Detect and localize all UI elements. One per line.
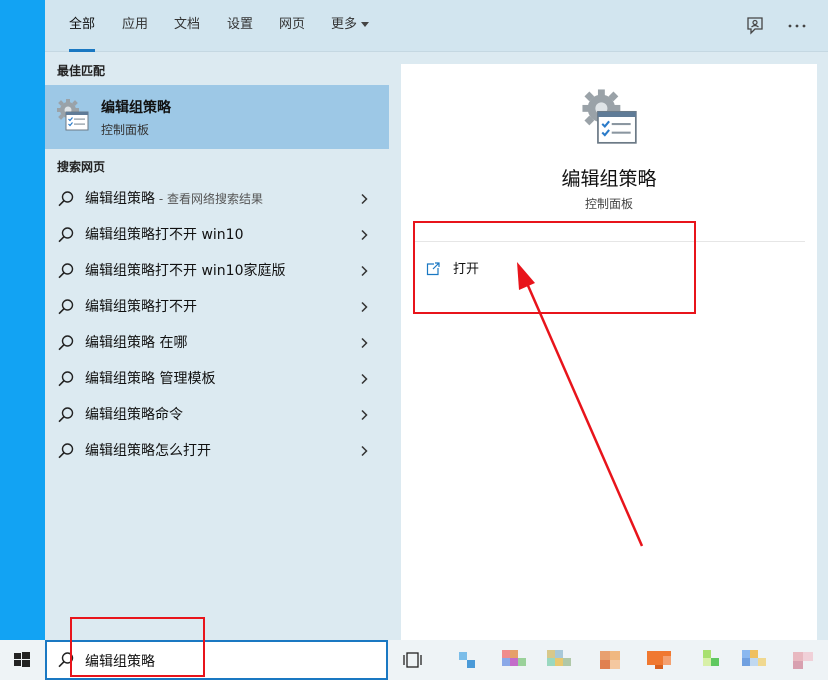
search-icon	[58, 335, 74, 351]
web-result-2[interactable]: 编辑组策略打不开 win10	[45, 217, 389, 253]
detail-pane: 编辑组策略 控制面板 打开	[401, 64, 817, 640]
taskbar-app-icon[interactable]	[500, 646, 528, 674]
web-result-text: 编辑组策略 管理模板	[85, 361, 215, 397]
web-result-text: 编辑组策略打不开	[85, 289, 197, 325]
best-match-category: 控制面板	[101, 123, 150, 137]
best-match-heading: 最佳匹配	[57, 64, 106, 78]
task-view-icon[interactable]	[402, 650, 424, 670]
tab-settings[interactable]: 设置	[227, 0, 253, 52]
search-icon	[58, 652, 74, 668]
web-result-text: 编辑组策略打不开 win10家庭版	[85, 253, 285, 289]
web-result-6[interactable]: 编辑组策略 管理模板	[45, 361, 389, 397]
search-icon	[58, 299, 74, 315]
web-result-query: 编辑组策略打不开 win10	[85, 227, 244, 243]
chevron-right-icon[interactable]	[358, 373, 370, 385]
web-result-query: 编辑组策略命令	[85, 407, 183, 423]
web-result-5[interactable]: 编辑组策略 在哪	[45, 325, 389, 361]
best-match-result[interactable]: 编辑组策略 控制面板	[45, 85, 389, 149]
taskbar-app-icon[interactable]	[455, 646, 483, 674]
best-match-name: 编辑组策略	[101, 100, 171, 116]
open-action-label: 打开	[453, 262, 480, 277]
feedback-icon[interactable]	[743, 14, 767, 38]
chevron-right-icon[interactable]	[358, 409, 370, 421]
open-action[interactable]: 打开	[423, 256, 583, 284]
chevron-right-icon[interactable]	[358, 445, 370, 457]
group-policy-icon	[57, 99, 89, 131]
web-result-text: 编辑组策略命令	[85, 397, 183, 433]
taskbar-app-icon[interactable]	[700, 646, 728, 674]
web-result-8[interactable]: 编辑组策略怎么打开	[45, 433, 389, 469]
results-list: 最佳匹配 编辑组策略 控制面板 搜索网页 编辑组策略 - 查看网络搜索结果 编辑…	[45, 53, 389, 640]
search-icon	[58, 227, 74, 243]
search-icon	[58, 263, 74, 279]
tab-documents[interactable]: 文档	[174, 0, 200, 52]
start-search-panel: 全部 应用 文档 设置 网页 更多 最佳匹配 编辑组策略 控制面板 搜索网页 编…	[45, 0, 828, 640]
tab-apps[interactable]: 应用	[122, 0, 148, 52]
search-input[interactable]	[85, 649, 375, 673]
search-icon	[58, 407, 74, 423]
web-result-text: 编辑组策略 - 查看网络搜索结果	[85, 181, 263, 217]
web-result-query: 编辑组策略打不开 win10家庭版	[85, 263, 286, 279]
web-result-query: 编辑组策略打不开	[85, 299, 197, 315]
chevron-down-icon	[361, 22, 370, 27]
detail-title: 编辑组策略	[561, 168, 657, 190]
search-icon	[58, 191, 74, 207]
web-result-query: 编辑组策略 管理模板	[85, 371, 216, 387]
search-icon	[58, 443, 74, 459]
windows-start-icon[interactable]	[0, 640, 45, 680]
web-result-text: 编辑组策略打不开 win10	[85, 217, 243, 253]
chevron-right-icon[interactable]	[358, 229, 370, 241]
taskbar-app-icon[interactable]	[740, 646, 768, 674]
taskbar	[0, 640, 828, 680]
open-icon	[426, 262, 440, 276]
web-result-3[interactable]: 编辑组策略打不开 win10家庭版	[45, 253, 389, 289]
web-result-query: 编辑组策略	[85, 191, 155, 207]
web-result-1[interactable]: 编辑组策略 - 查看网络搜索结果	[45, 181, 389, 217]
web-result-text: 编辑组策略怎么打开	[85, 433, 211, 469]
web-result-7[interactable]: 编辑组策略命令	[45, 397, 389, 433]
taskbar-search-box[interactable]	[45, 640, 388, 680]
web-result-text: 编辑组策略 在哪	[85, 325, 187, 361]
web-result-query: 编辑组策略 在哪	[85, 335, 188, 351]
chevron-right-icon[interactable]	[358, 265, 370, 277]
taskbar-app-icon[interactable]	[597, 646, 625, 674]
web-result-hint: - 查看网络搜索结果	[155, 192, 263, 206]
web-result-query: 编辑组策略怎么打开	[85, 443, 211, 459]
taskbar-app-icon[interactable]	[545, 646, 573, 674]
search-web-heading: 搜索网页	[57, 160, 106, 174]
more-options-icon[interactable]	[785, 14, 809, 38]
desktop-background	[0, 0, 45, 640]
taskbar-app-icon[interactable]	[645, 646, 673, 674]
tab-more[interactable]: 更多	[331, 0, 370, 52]
chevron-right-icon[interactable]	[358, 301, 370, 313]
tab-more-label: 更多	[331, 17, 358, 32]
tab-all[interactable]: 全部	[69, 0, 96, 52]
search-filter-bar: 全部 应用 文档 设置 网页 更多	[45, 0, 828, 52]
detail-category: 控制面板	[584, 197, 633, 211]
taskbar-app-icon[interactable]	[790, 646, 818, 674]
divider	[415, 241, 805, 242]
search-icon	[58, 371, 74, 387]
tab-web[interactable]: 网页	[279, 0, 305, 52]
chevron-right-icon[interactable]	[358, 337, 370, 349]
web-result-4[interactable]: 编辑组策略打不开	[45, 289, 389, 325]
chevron-right-icon[interactable]	[358, 193, 370, 205]
group-policy-icon	[582, 89, 637, 144]
